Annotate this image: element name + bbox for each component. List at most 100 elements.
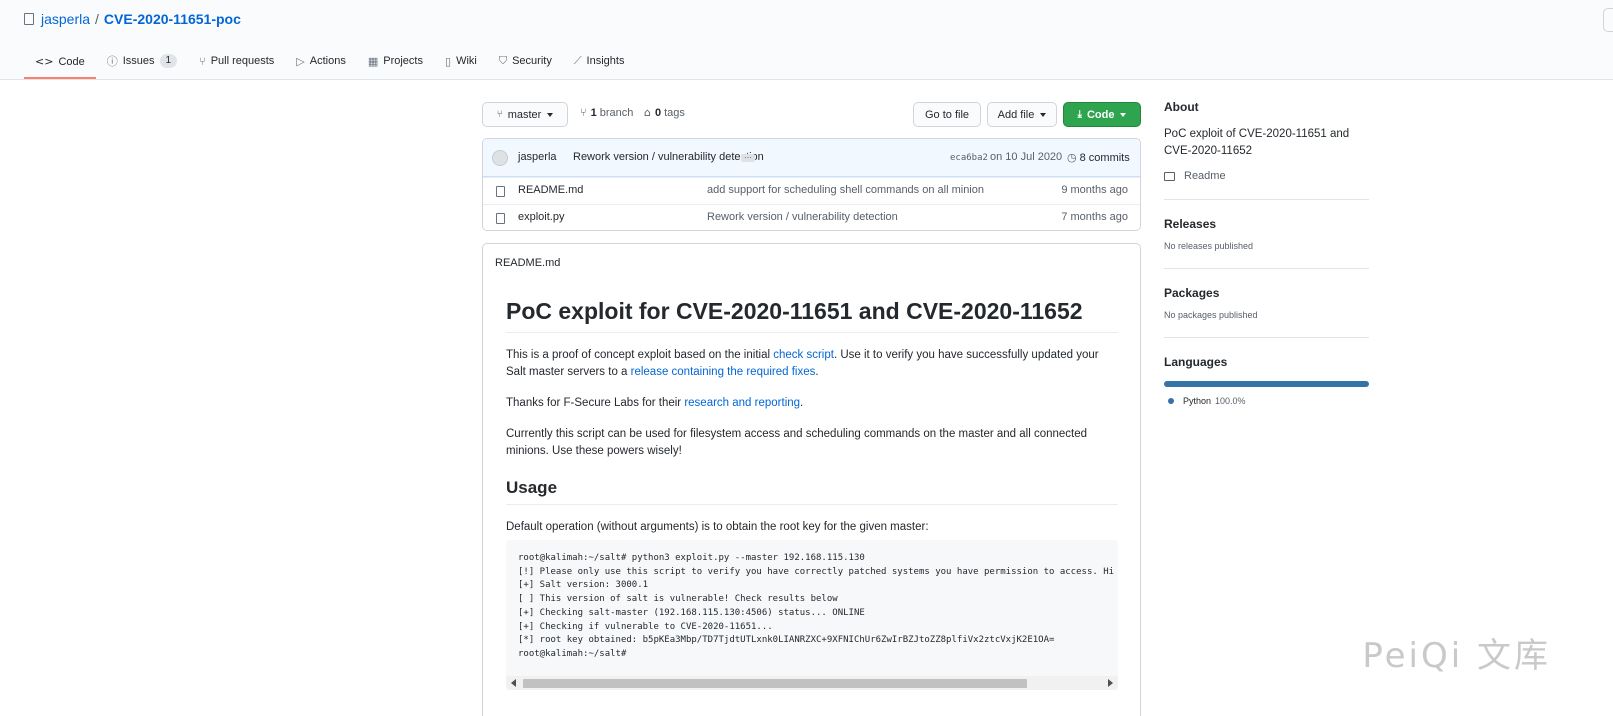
code-icon: <>	[35, 55, 54, 68]
code-text: root@kalimah:~/salt# python3 exploit.py …	[518, 552, 1114, 662]
tag-icon: ⌂	[644, 106, 651, 119]
readme-paragraph: Thanks for F-Secure Labs for their resea…	[506, 395, 1118, 412]
tab-label: Security	[512, 55, 552, 67]
readme-filename: README.md	[495, 257, 561, 269]
repo-name-link[interactable]: CVE-2020-11651-poc	[104, 11, 241, 27]
horizontal-scrollbar[interactable]	[506, 676, 1118, 690]
code-line: [!] Please only use this script to verif…	[518, 566, 1115, 577]
tab-wiki[interactable]: ▯ Wiki	[434, 46, 488, 76]
tab-label: Projects	[383, 55, 423, 67]
releases-heading[interactable]: Releases	[1164, 217, 1369, 231]
tags-link[interactable]: ⌂ 0 tags	[644, 106, 685, 119]
code-line: [ ] This version of salt is vulnerable! …	[518, 594, 838, 605]
release-fixes-link[interactable]: release containing the required fixes	[631, 366, 816, 378]
commits-link[interactable]: ◷ 8 commits	[1067, 151, 1130, 164]
code-line: [+] Salt version: 3000.1	[518, 580, 649, 591]
divider	[1164, 199, 1369, 200]
tab-pull-requests[interactable]: ⑂ Pull requests	[188, 46, 285, 76]
packages-heading[interactable]: Packages	[1164, 286, 1369, 300]
packages-text: No packages published	[1164, 310, 1258, 320]
tags-count: 0	[654, 106, 662, 119]
check-script-link[interactable]: check script	[773, 349, 834, 361]
chevron-down-icon	[1120, 112, 1127, 117]
graph-icon: ⟋	[573, 54, 582, 67]
avatar[interactable]	[492, 150, 508, 166]
commit-sha-link[interactable]: eca6ba2	[950, 153, 988, 163]
scrollbar-thumb[interactable]	[523, 679, 1027, 688]
commit-author-link[interactable]: jasperla	[518, 151, 557, 163]
branches-count: 1	[590, 106, 597, 119]
book-icon: ▯	[445, 54, 452, 68]
file-row: exploit.py Rework version / vulnerabilit…	[483, 204, 1140, 230]
issue-icon: ⓘ	[106, 55, 118, 68]
tab-code[interactable]: <> Code	[24, 46, 96, 79]
tab-label: Issues	[122, 55, 155, 67]
code-block: root@kalimah:~/salt# python3 exploit.py …	[506, 540, 1118, 690]
file-row: README.md add support for scheduling she…	[483, 177, 1140, 204]
scroll-right-icon[interactable]	[1108, 679, 1113, 687]
file-commit-link[interactable]: Rework version / vulnerability detection	[707, 211, 898, 223]
branch-icon: ⑂	[496, 109, 503, 120]
repo-header: jasperla / CVE-2020-11651-poc <> Code ⓘ …	[0, 0, 1613, 80]
tab-actions[interactable]: ▷ Actions	[285, 46, 357, 76]
commit-date: on 10 Jul 2020	[990, 151, 1063, 163]
text: .	[815, 366, 819, 378]
readme-panel: README.md PoC exploit for CVE-2020-11651…	[482, 243, 1141, 716]
header-edge-button[interactable]	[1603, 8, 1613, 32]
code-button[interactable]: ⤓ Code	[1063, 102, 1141, 127]
language-dot-icon	[1168, 398, 1174, 404]
file-icon	[496, 213, 505, 224]
watermark: PeiQi 文库	[1362, 636, 1551, 676]
code-line: [+] Checking if vulnerable to CVE-2020-1…	[518, 621, 773, 632]
code-button-label: Code	[1086, 108, 1115, 121]
language-percent: 100.0%	[1215, 396, 1246, 406]
branch-select-button[interactable]: ⑂ master	[482, 102, 568, 127]
repo-title: jasperla / CVE-2020-11651-poc	[24, 11, 241, 27]
file-name-link[interactable]: exploit.py	[518, 211, 564, 223]
tab-insights[interactable]: ⟋ Insights	[563, 46, 636, 76]
language-item[interactable]: Python 100.0%	[1164, 396, 1369, 406]
tab-label: Pull requests	[210, 55, 275, 67]
code-line: [+] Checking salt-master (192.168.115.13…	[518, 607, 865, 618]
divider	[1164, 337, 1369, 338]
readme-paragraph: This is a proof of concept exploit based…	[506, 347, 1118, 381]
readme-link-label: Readme	[1184, 170, 1226, 182]
about-heading: About	[1164, 100, 1199, 114]
file-name-link[interactable]: README.md	[518, 184, 583, 196]
file-age: 9 months ago	[1061, 184, 1128, 196]
history-icon: ◷	[1067, 151, 1077, 164]
branch-label: master	[507, 108, 542, 121]
file-age: 7 months ago	[1061, 211, 1128, 223]
scroll-left-icon[interactable]	[511, 679, 516, 687]
repo-owner-link[interactable]: jasperla	[41, 11, 90, 27]
commit-message-link[interactable]: Rework version / vulnerability detection	[573, 151, 764, 163]
tab-label: Wiki	[456, 55, 477, 67]
readme-paragraph: Currently this script can be used for fi…	[506, 428, 1088, 457]
tab-label: Actions	[309, 55, 346, 67]
latest-commit-row: jasperla Rework version / vulnerability …	[483, 139, 1140, 177]
book-icon	[1164, 171, 1175, 181]
download-icon: ⤓	[1077, 109, 1082, 120]
project-icon: ▦	[367, 54, 379, 68]
play-icon: ▷	[296, 54, 305, 68]
repo-tabs: <> Code ⓘ Issues 1 ⑂ Pull requests ▷ Act…	[24, 46, 635, 80]
research-link[interactable]: research and reporting	[684, 397, 800, 409]
add-file-label: Add file	[997, 108, 1035, 121]
branches-link[interactable]: ⑂ 1 branch	[580, 106, 633, 119]
file-commit-link[interactable]: add support for scheduling shell command…	[707, 184, 984, 196]
tab-security[interactable]: ⛉ Security	[488, 46, 563, 76]
branch-icon: ⑂	[580, 106, 587, 119]
repo-icon	[24, 13, 34, 25]
divider	[1164, 268, 1369, 269]
shield-icon: ⛉	[498, 54, 508, 67]
tab-projects[interactable]: ▦ Projects	[357, 46, 434, 76]
commit-expand-button[interactable]: …	[741, 152, 755, 162]
text: This is a proof of concept exploit based…	[506, 349, 774, 361]
tab-issues[interactable]: ⓘ Issues 1	[96, 46, 188, 76]
readme-link[interactable]: Readme	[1164, 170, 1369, 182]
text: .	[800, 397, 804, 409]
readme-title: PoC exploit for CVE-2020-11651 and CVE-2…	[506, 296, 1118, 333]
usage-heading: Usage	[506, 477, 1118, 505]
go-to-file-button[interactable]: Go to file	[913, 102, 981, 127]
add-file-button[interactable]: Add file	[987, 102, 1057, 127]
